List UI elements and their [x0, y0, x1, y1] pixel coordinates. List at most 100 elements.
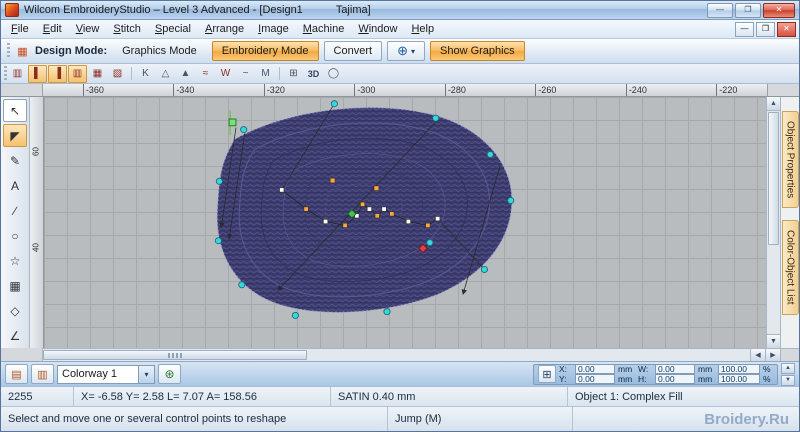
lettering-icon[interactable]: W [216, 65, 235, 83]
horizontal-scrollbar-row: ◀ ▶ [1, 348, 799, 361]
vertical-scroll-track[interactable] [767, 246, 780, 334]
scroll-grip-icon [168, 353, 182, 358]
ruler-corner [1, 84, 43, 97]
toolbar-grip[interactable] [4, 66, 7, 82]
toolbar-grip[interactable] [7, 43, 10, 59]
convert-button[interactable]: Convert [324, 41, 383, 61]
motif-run-icon[interactable]: M [256, 65, 275, 83]
tatami-stitch-icon[interactable]: ▥ [68, 65, 87, 83]
menu-stitch[interactable]: Stitch [106, 22, 148, 36]
title-bar[interactable]: Wilcom EmbroideryStudio – Level 3 Advanc… [1, 1, 799, 20]
horizontal-scroll-thumb[interactable] [43, 350, 307, 360]
satin-stitch-icon[interactable]: ▐ [48, 65, 67, 83]
scale-h-field[interactable]: 100.00 [718, 374, 760, 384]
menu-edit[interactable]: Edit [36, 22, 69, 36]
panel-down-icon[interactable]: ▼ [781, 375, 795, 386]
background-color-button[interactable]: ▥ [31, 364, 54, 384]
closed-shape-tool[interactable]: ○ [3, 224, 27, 247]
colorway-select[interactable]: Colorway 1 ▾ [57, 365, 155, 384]
h-field[interactable]: 0.00 [655, 374, 695, 384]
menu-view[interactable]: View [69, 22, 107, 36]
scroll-right-icon[interactable]: ▶ [765, 348, 780, 361]
color-palette-button[interactable]: ⊛ [158, 364, 181, 384]
ruler-tick: 60 [32, 142, 41, 162]
zigzag-stitch-icon[interactable]: ≈ [196, 65, 215, 83]
scroll-left-icon[interactable]: ◀ [750, 348, 765, 361]
run-stitch-icon[interactable]: ▌ [28, 65, 47, 83]
thread-colors-button[interactable]: ▤ [5, 364, 28, 384]
vertical-scrollbar[interactable]: ▲ ▼ [766, 97, 780, 348]
threed-view-icon[interactable]: 3D [304, 65, 323, 83]
mdi-close-button[interactable]: ✕ [777, 22, 796, 37]
triangle-outline-icon[interactable]: △ [156, 65, 175, 83]
w-field[interactable]: 0.00 [655, 364, 695, 374]
panel-up-icon[interactable]: ▲ [781, 363, 795, 374]
globe-icon: ⊕ [397, 45, 408, 57]
ellipse-icon[interactable]: ◯ [324, 65, 343, 83]
embroidery-mode-button[interactable]: Embroidery Mode [212, 41, 319, 61]
grid-icon[interactable]: ⊞ [284, 65, 303, 83]
h-label: H: [638, 374, 652, 384]
design-mode-label: Design Mode: [35, 45, 107, 57]
mdi-restore-button[interactable]: ❐ [756, 22, 775, 37]
scrollbar-corner [1, 348, 43, 361]
tab-color-object-list[interactable]: Color-Object List [782, 220, 799, 314]
design-mode-icon: ▦ [15, 44, 30, 59]
design-canvas[interactable] [44, 97, 766, 348]
window-title: Wilcom EmbroideryStudio – Level 3 Advanc… [24, 4, 303, 16]
measure-tool[interactable]: ∠ [3, 324, 27, 347]
graphics-mode-button[interactable]: Graphics Mode [112, 41, 207, 61]
star-tool[interactable]: ☆ [3, 249, 27, 272]
window-title-machine: Tajima] [336, 4, 371, 16]
transform-icon[interactable]: ⊞ [538, 365, 556, 383]
wave-effect-icon[interactable]: ~ [236, 65, 255, 83]
scroll-down-icon[interactable]: ▼ [767, 334, 780, 348]
cursor-coordinates: X= -6.58 Y= 2.58 L= 7.07 A= 158.56 [74, 387, 331, 406]
complex-fill-shape[interactable] [217, 108, 512, 313]
ruler-tick: -260 [535, 84, 556, 96]
ruler-tick: -320 [264, 84, 285, 96]
mesh-tool[interactable]: ▦ [3, 274, 27, 297]
w-label: W: [638, 364, 652, 374]
maximize-button[interactable]: ❐ [735, 3, 761, 18]
horizontal-ruler: -360 -340 -320 -300 -280 -260 -240 -220 [43, 84, 767, 97]
fusion-fill-icon[interactable]: K [136, 65, 155, 83]
mdi-minimize-button[interactable]: — [735, 22, 754, 37]
stitch-type-info: SATIN 0.40 mm [331, 387, 568, 406]
chevron-down-icon[interactable]: ▾ [138, 366, 154, 383]
y-field[interactable]: 0.00 [575, 374, 615, 384]
horizontal-scrollbar[interactable] [43, 348, 750, 361]
menu-arrange[interactable]: Arrange [198, 22, 251, 36]
show-graphics-button[interactable]: Show Graphics [430, 41, 525, 61]
lettering-tool[interactable]: A [3, 174, 27, 197]
menu-window[interactable]: Window [351, 22, 404, 36]
hoop-globe-button[interactable]: ⊕ ▾ [387, 41, 425, 61]
close-button[interactable]: ✕ [763, 3, 795, 18]
node-edit-tool[interactable]: ◇ [3, 299, 27, 322]
scroll-up-icon[interactable]: ▲ [767, 97, 780, 111]
menu-machine[interactable]: Machine [296, 22, 352, 36]
tab-object-properties[interactable]: Object Properties [782, 111, 799, 208]
toolbar-separator [279, 67, 280, 80]
x-field[interactable]: 0.00 [575, 364, 615, 374]
embroidery-object[interactable] [44, 97, 766, 348]
contour-fill-icon[interactable]: ▧ [108, 65, 127, 83]
design-mode-toolbar: ▦ Design Mode: Graphics Mode Embroidery … [1, 39, 799, 64]
menu-help[interactable]: Help [404, 22, 441, 36]
menu-special[interactable]: Special [148, 22, 198, 36]
menu-file[interactable]: File [4, 22, 36, 36]
ruler-tick: -220 [716, 84, 737, 96]
pen-tool[interactable]: ✎ [3, 149, 27, 172]
menu-image[interactable]: Image [251, 22, 296, 36]
run-tool[interactable]: ∕ [3, 199, 27, 222]
motif-fill-icon[interactable]: ▦ [88, 65, 107, 83]
minimize-button[interactable]: — [707, 3, 733, 18]
reshape-tool[interactable]: ◤ [3, 124, 27, 147]
select-tool[interactable]: ↖ [3, 99, 27, 122]
vertical-scroll-thumb[interactable] [768, 112, 779, 245]
scale-w-field[interactable]: 100.00 [718, 364, 760, 374]
transform-panel: ⊞ X: 0.00 mm W: 0.00 mm 100.00 % Y: 0.00… [533, 364, 778, 385]
h-unit: mm [698, 374, 715, 384]
machine-format-icon[interactable]: ▥ [8, 65, 27, 83]
triangle-fill-icon[interactable]: ▲ [176, 65, 195, 83]
